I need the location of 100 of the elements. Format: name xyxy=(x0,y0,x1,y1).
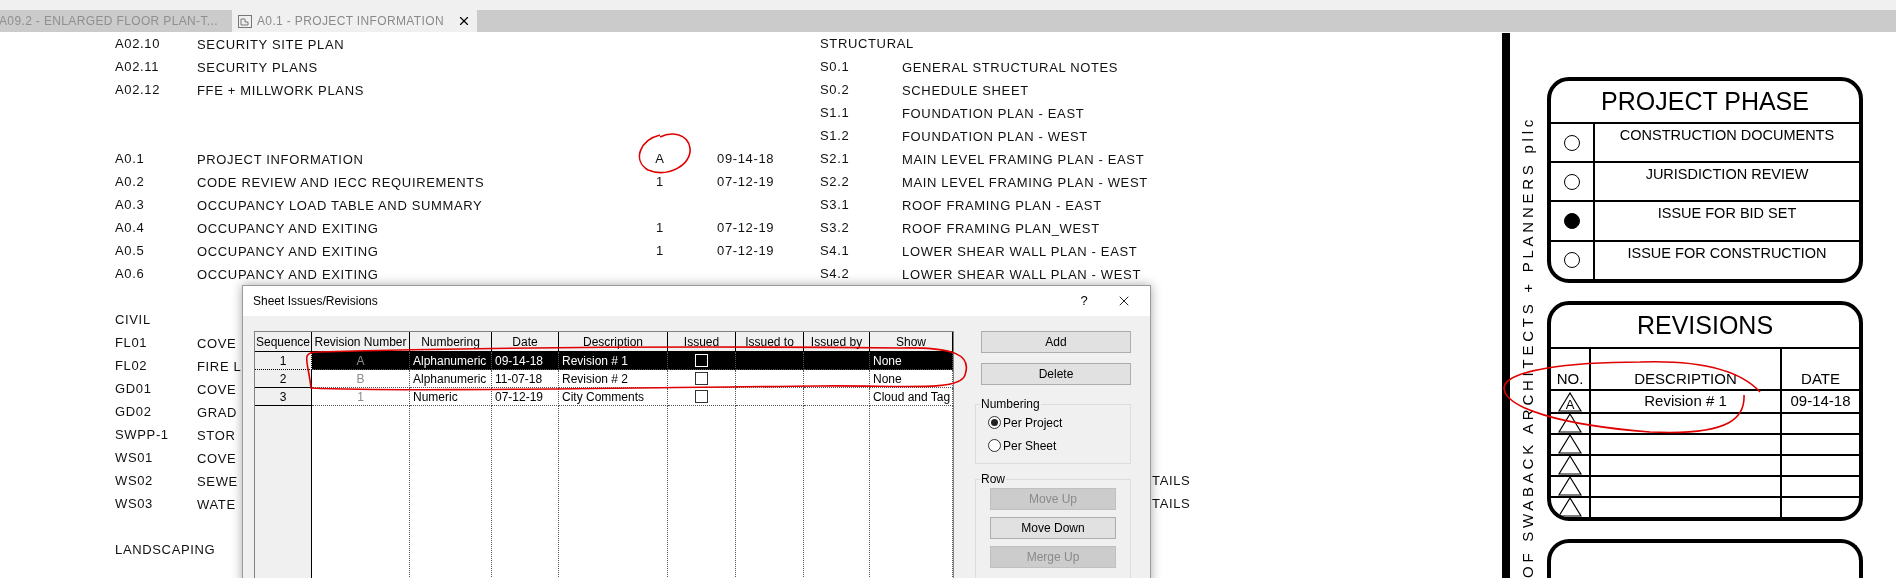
sheet-number: S3.2 xyxy=(820,218,851,237)
sheet-number: WS01 xyxy=(115,448,154,467)
sheet-number: A02.10 xyxy=(115,34,162,53)
revision-date: 07-12-19 xyxy=(717,218,775,237)
revision-description: Revision # 1 xyxy=(1644,391,1727,412)
dialog-button[interactable]: Delete xyxy=(981,363,1131,385)
table-cell: Alphanumeric xyxy=(410,352,492,370)
box-title: PROJECT PHASE xyxy=(1601,85,1809,117)
row-header[interactable]: 1 xyxy=(255,352,312,370)
sheet-number: FL02 xyxy=(115,356,149,375)
sheet-number: S2.2 xyxy=(820,172,851,191)
radio-button[interactable] xyxy=(988,439,1001,452)
sheet-title: FIRE L xyxy=(197,358,242,374)
table-cell: 1 xyxy=(312,388,410,406)
column-header[interactable]: Numbering xyxy=(410,332,492,351)
column-header[interactable]: Sequence xyxy=(255,332,312,351)
sheet-number: A0.2 xyxy=(115,172,146,191)
sheet-number: S0.2 xyxy=(820,80,851,99)
issued-checkbox[interactable] xyxy=(695,390,708,403)
sheet-number: A0.3 xyxy=(115,195,146,214)
revision-row[interactable]: 3 1 Numeric 07-12-19 City Comments Cloud and Tag xyxy=(255,388,953,406)
sheet-number: GD01 xyxy=(115,379,153,398)
group-label: Row xyxy=(980,471,1006,488)
sheet-title: ROOF FRAMING PLAN_WEST xyxy=(902,220,1100,236)
sheet-title: LOWER SHEAR WALL PLAN - EAST xyxy=(902,243,1138,259)
section-heading: LANDSCAPING xyxy=(115,540,216,559)
table-cell: None xyxy=(870,370,953,388)
revision-date: 07-12-19 xyxy=(717,172,775,191)
sheet-title: OCCUPANCY AND EXITING xyxy=(197,220,379,236)
section-heading: STRUCTURAL xyxy=(820,34,914,53)
sheet-title: SECURITY SITE PLAN xyxy=(197,36,345,52)
sheet-title: COVE xyxy=(197,381,237,397)
phase-label: CONSTRUCTION DOCUMENTS xyxy=(1619,126,1835,145)
table-cell: 11-07-18 xyxy=(492,370,559,388)
box-title: REVISIONS xyxy=(1636,310,1774,342)
table-cell: A xyxy=(312,352,410,370)
revision-mark: 1 xyxy=(655,218,665,237)
sheet-title: OCCUPANCY AND EXITING xyxy=(197,266,379,282)
column-header[interactable]: Date xyxy=(492,332,559,351)
sheet-number: S2.1 xyxy=(820,149,851,168)
help-button[interactable]: ? xyxy=(1074,291,1094,311)
radio-option[interactable]: Per Project xyxy=(988,413,1118,432)
revision-date: 07-12-19 xyxy=(717,241,775,260)
section-heading: CIVIL xyxy=(115,310,151,329)
sheet-title: CODE REVIEW AND IECC REQUIREMENTS xyxy=(197,174,485,190)
sheet-title: COVE xyxy=(197,450,237,466)
firm-credit: OF SWABACK ARCHITECTS + PLANNERS pllc xyxy=(1518,115,1538,578)
sheet-number: S1.1 xyxy=(820,103,851,122)
sheet-title: SCHEDULE SHEET xyxy=(902,82,1029,98)
radio-button[interactable] xyxy=(988,416,1001,429)
sheet-number: FL01 xyxy=(115,333,149,352)
sheet-number: A02.12 xyxy=(115,80,162,99)
sheet-number: S4.2 xyxy=(820,264,851,283)
sheet-number: A0.1 xyxy=(115,149,146,168)
table-cell: Alphanumeric xyxy=(410,370,492,388)
sheet-title: TAILS xyxy=(1152,494,1191,513)
dialog-title: Sheet Issues/Revisions xyxy=(253,293,378,310)
annotation-loop xyxy=(638,133,691,174)
column-header[interactable]: Issued by xyxy=(804,332,870,351)
table-cell: Numeric xyxy=(410,388,492,406)
sheet-icon xyxy=(238,14,252,28)
column-header[interactable]: Revision Number xyxy=(312,332,410,351)
sheet-title: GENERAL STRUCTURAL NOTES xyxy=(902,59,1119,75)
sheet-title: OCCUPANCY LOAD TABLE AND SUMMARY xyxy=(197,197,483,213)
sheet-number: S3.1 xyxy=(820,195,851,214)
table-cell: Revision # 2 xyxy=(559,370,668,388)
revision-number: A xyxy=(1565,397,1575,411)
sheet-title: WATE xyxy=(197,496,236,512)
column-header[interactable]: Description xyxy=(559,332,668,351)
dialog-button[interactable]: Move Down xyxy=(990,517,1116,539)
row-header[interactable]: 2 xyxy=(255,370,312,388)
table-cell: Cloud and Tag xyxy=(870,388,953,406)
sheet-number: S1.2 xyxy=(820,126,851,145)
sheet-title: MAIN LEVEL FRAMING PLAN - EAST xyxy=(902,151,1145,167)
sheet-number: GD02 xyxy=(115,402,153,421)
phase-label: ISSUE FOR BID SET xyxy=(1657,204,1797,224)
sheet-title: SEWE xyxy=(197,473,238,489)
column-header[interactable]: Show xyxy=(870,332,953,351)
column-header: NO. xyxy=(1556,368,1584,389)
revision-row[interactable]: 2 B Alphanumeric 11-07-18 Revision # 2 None xyxy=(255,370,953,388)
radio-option[interactable]: Per Sheet xyxy=(988,436,1118,455)
group-label: Numbering xyxy=(980,396,1041,413)
sheet-number: WS02 xyxy=(115,471,154,490)
sheet-title: COVE xyxy=(197,335,237,351)
sheet-title: MAIN LEVEL FRAMING PLAN - WEST xyxy=(902,174,1148,190)
issued-checkbox[interactable] xyxy=(695,372,708,385)
sheet-title: STOR xyxy=(197,427,236,443)
tab-label: A0.1 - PROJECT INFORMATION xyxy=(257,13,444,30)
table-cell: B xyxy=(312,370,410,388)
sheet-title: FOUNDATION PLAN - WEST xyxy=(902,128,1088,144)
row-header[interactable]: 3 xyxy=(255,388,312,406)
revision-date: 09-14-18 xyxy=(1790,391,1851,412)
sheet-title: FOUNDATION PLAN - EAST xyxy=(902,105,1085,121)
table-cell: Revision # 1 xyxy=(559,352,668,370)
sheet-number: S0.1 xyxy=(820,57,851,76)
sheet-title: PROJECT INFORMATION xyxy=(197,151,364,167)
sheet-number: A0.4 xyxy=(115,218,146,237)
revision-row[interactable]: 1 A Alphanumeric 09-14-18 Revision # 1 None xyxy=(255,352,953,370)
sheet-title: LOWER SHEAR WALL PLAN - WEST xyxy=(902,266,1141,282)
dialog-button[interactable]: Add xyxy=(981,331,1131,353)
